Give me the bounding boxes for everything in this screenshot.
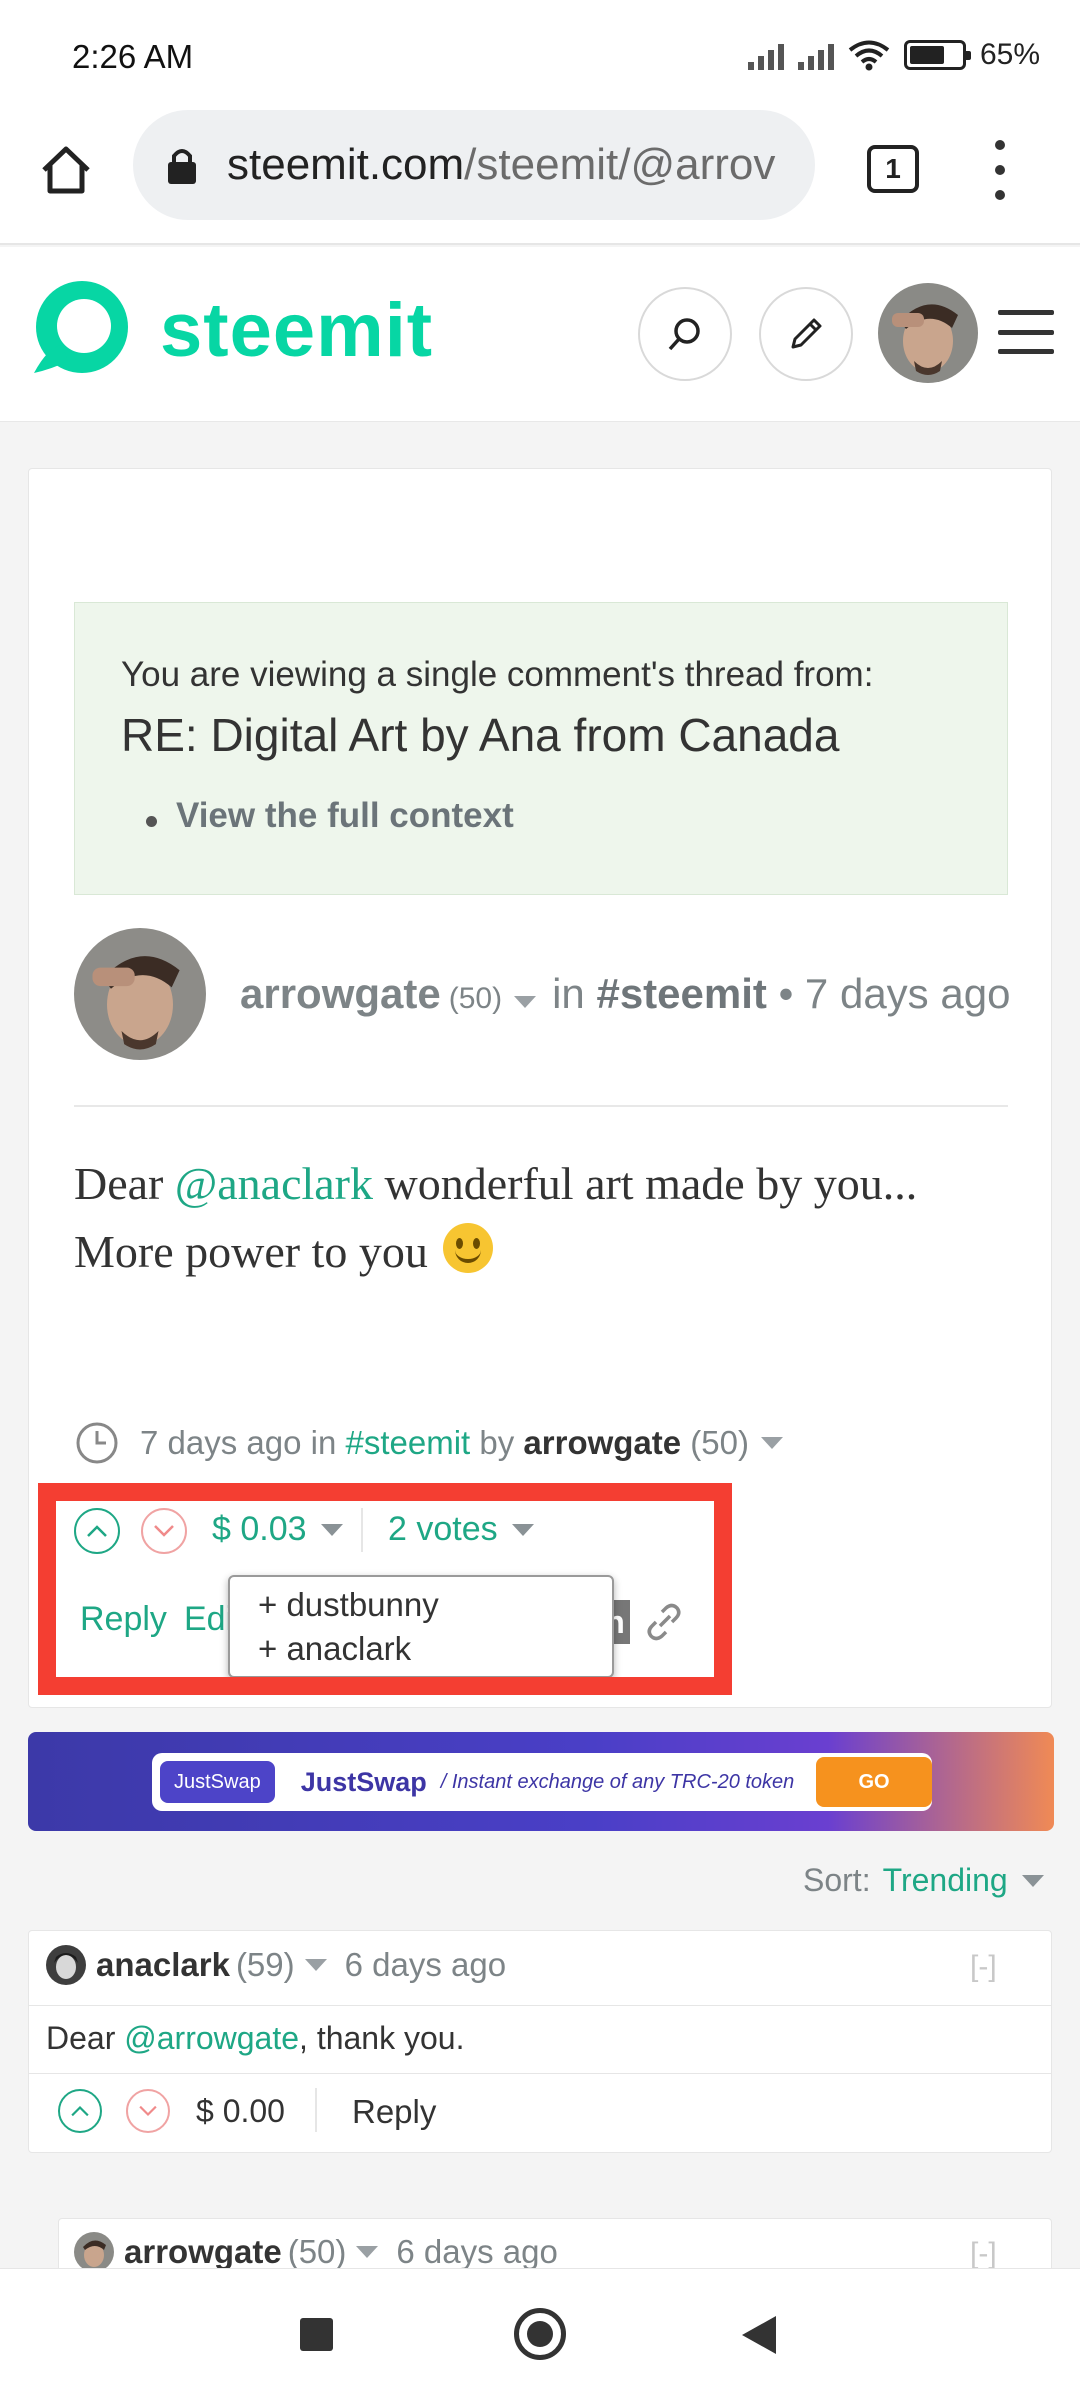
avatar-photo [878, 283, 978, 383]
ad-tagline: / Instant exchange of any TRC-20 token [440, 1770, 795, 1793]
chevron-down-icon[interactable] [514, 996, 537, 1008]
steemit-logo-icon[interactable] [28, 277, 132, 381]
browser-menu-icon[interactable] [985, 140, 1015, 200]
meta-tag[interactable]: #steemit [345, 1424, 470, 1462]
reply-header: arrowgate (50) 6 days ago [74, 2232, 558, 2272]
post-author-line: arrowgate (50) in #steemit • 7 days ago [240, 970, 1010, 1018]
reply-header: anaclark (59) 6 days ago [46, 1945, 506, 1985]
ad-go-button[interactable]: GO [816, 1757, 932, 1807]
smiley-emoji-icon [443, 1223, 494, 1273]
avatar-photo [46, 1945, 86, 1985]
in-label: in [552, 970, 585, 1017]
downvote-button[interactable] [126, 2089, 170, 2133]
divider [315, 2088, 317, 2132]
meta-age: 7 days ago in [140, 1424, 337, 1461]
avatar-photo [74, 2232, 114, 2272]
comment-body: Dear @anaclark wonderful art made by you… [74, 1150, 1014, 1286]
browser-toolbar: steemit.com/steemit/@arrov 1 [0, 110, 1080, 245]
chevron-down-icon[interactable] [760, 1437, 783, 1449]
reply-body-prefix: Dear [46, 2020, 125, 2056]
upvote-button[interactable] [58, 2089, 102, 2133]
steemit-logo-text[interactable]: steemit [160, 287, 433, 374]
reply-link[interactable]: Reply [352, 2093, 436, 2131]
reply-age: 6 days ago [344, 1946, 507, 1983]
chevron-down-icon[interactable] [356, 2246, 379, 2258]
site-header: steemit [0, 247, 1080, 422]
battery-icon [903, 40, 971, 70]
chevron-up-icon [71, 2105, 89, 2117]
submit-post-button[interactable] [759, 287, 853, 381]
mention-link[interactable]: @arrowgate [124, 2020, 299, 2056]
chevron-down-icon[interactable] [304, 1959, 327, 1971]
collapse-toggle[interactable]: [-] [970, 1950, 997, 1984]
battery-percent: 65% [979, 38, 1040, 71]
highlight-annotation-box [38, 1483, 732, 1695]
divider [28, 2073, 1052, 2074]
user-avatar[interactable] [878, 283, 978, 383]
chevron-down-icon [139, 2105, 157, 2117]
status-time: 2:26 AM [72, 38, 194, 75]
ad-chip-label: JustSwap [174, 1770, 261, 1793]
lock-icon [168, 149, 196, 184]
collapse-toggle[interactable]: [-] [970, 2237, 997, 2271]
comment-meta-line: 7 days ago in #steemit by arrowgate (50) [74, 1420, 799, 1466]
body-text-prefix: Dear [74, 1158, 175, 1209]
chevron-down-icon[interactable] [1021, 1874, 1044, 1887]
back-icon[interactable] [742, 2316, 776, 2354]
sort-label: Sort: [803, 1862, 871, 1898]
ad-chip: JustSwap [160, 1761, 275, 1803]
post-age: • 7 days ago [778, 970, 1011, 1017]
avatar[interactable] [74, 2232, 114, 2272]
divider [74, 1105, 1008, 1107]
author-avatar-photo [74, 928, 206, 1060]
thread-intro-text: You are viewing a single comment's threa… [121, 655, 874, 694]
reply-author[interactable]: arrowgate [124, 2233, 282, 2271]
reply-body-rest: , thank you. [299, 2020, 465, 2056]
signal-icon-2 [797, 40, 834, 70]
author-name[interactable]: arrowgate [240, 970, 441, 1018]
wifi-icon [848, 40, 890, 71]
home-icon[interactable] [36, 140, 96, 200]
bullet [146, 816, 157, 827]
meta-reputation: (50) [690, 1424, 749, 1461]
sort-control[interactable]: Sort: Trending [803, 1862, 1044, 1899]
author-reputation: (50) [448, 982, 503, 1015]
tab-switcher-button[interactable]: 1 [867, 145, 919, 193]
mention-link[interactable]: @anaclark [175, 1158, 373, 1209]
home-circle-icon[interactable] [514, 2308, 566, 2360]
reply-body: Dear @arrowgate, thank you. [46, 2020, 464, 2057]
view-full-context-link[interactable]: View the full context [176, 796, 514, 836]
reply-author[interactable]: anaclark [96, 1946, 230, 1984]
author-avatar[interactable] [74, 928, 206, 1060]
meta-by: by [479, 1424, 515, 1461]
reply-reputation: (59) [235, 1946, 295, 1983]
status-icons: 65% [747, 38, 1040, 72]
pencil-icon [791, 318, 822, 349]
search-button[interactable] [638, 287, 732, 381]
thread-parent-title[interactable]: RE: Digital Art by Ana from Canada [121, 708, 839, 762]
avatar[interactable] [46, 1945, 86, 1985]
ad-content[interactable]: JustSwap JustSwap / Instant exchange of … [152, 1753, 932, 1811]
address-bar[interactable]: steemit.com/steemit/@arrov [133, 110, 815, 220]
divider [28, 2005, 1052, 2006]
menu-icon[interactable] [998, 310, 1054, 354]
reply-payout[interactable]: $ 0.00 [196, 2093, 285, 2130]
meta-author[interactable]: arrowgate [523, 1424, 681, 1462]
url-domain: steemit.com [227, 140, 465, 189]
url-path: /steemit/@arrov [464, 140, 776, 189]
search-icon [668, 318, 700, 351]
reply-reputation: (50) [287, 2233, 347, 2270]
clock-icon [76, 1422, 118, 1464]
post-tag[interactable]: #steemit [596, 970, 766, 1018]
reply-age: 6 days ago [396, 2233, 558, 2270]
sort-value[interactable]: Trending [883, 1862, 1008, 1899]
recents-icon[interactable] [300, 2318, 333, 2351]
ad-brand: JustSwap [300, 1766, 427, 1797]
signal-icon [747, 40, 784, 70]
